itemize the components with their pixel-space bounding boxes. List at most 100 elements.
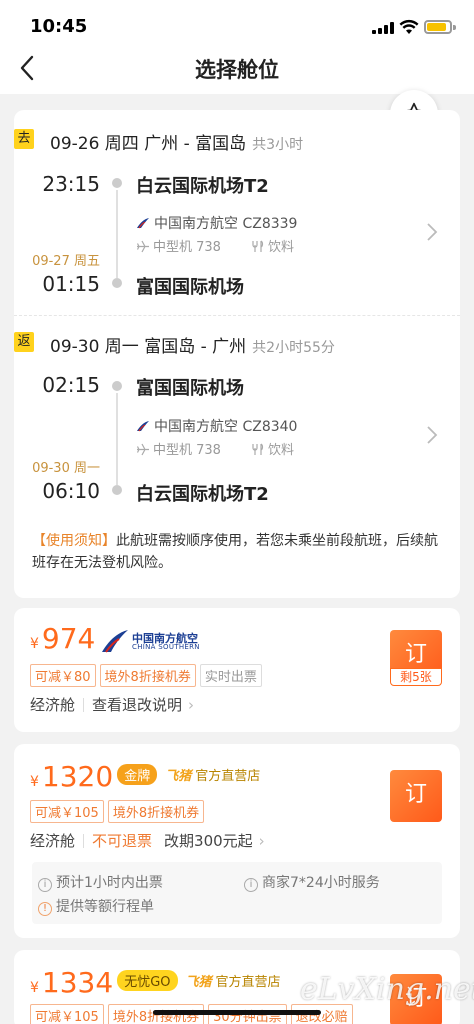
airline-logo-icon xyxy=(137,218,149,229)
outbound-route: 09-26 周四 广州 - 富国岛 xyxy=(50,134,247,154)
battery-icon xyxy=(424,20,452,34)
usage-notice: 【使用须知】此航班需按顺序使用，若您未乘坐前段航班，后续航班存在无法登机风险。 xyxy=(32,530,444,574)
discount-tag: 可减￥105 xyxy=(30,800,104,823)
return-arrive-time: 06:10 xyxy=(42,479,100,503)
return-duration: 共2小时55分 xyxy=(252,340,335,356)
home-indicator xyxy=(153,1010,321,1015)
store-name: 官方直营店 xyxy=(195,769,261,784)
timeline-dot xyxy=(112,485,122,495)
return-header: 09-30 周一 富国岛 - 广州 共2小时55分 xyxy=(50,332,335,357)
outbound-aircraft-text: 中型机 738 xyxy=(153,240,221,255)
return-segment[interactable]: 返 09-30 周一 富国岛 - 广州 共2小时55分 02:15 富国国际机场 … xyxy=(14,315,460,520)
return-airline: 中国南方航空 CZ8340 xyxy=(136,416,297,436)
discount-tag: 可减￥105 xyxy=(30,1004,104,1024)
return-airline-text: 中国南方航空 CZ8340 xyxy=(154,419,298,435)
change-rule[interactable]: 改期300元起 xyxy=(164,832,253,850)
price-amount: 974 xyxy=(41,622,96,655)
service-info-box: i 预计1小时内出票 i 商家7*24小时服务 ! 提供等额行程单 xyxy=(32,862,442,924)
info-icon: i xyxy=(244,878,258,892)
status-time: 10:45 xyxy=(30,16,88,37)
store-name: 官方直营店 xyxy=(215,975,281,990)
timeline-line xyxy=(116,190,118,278)
offer-price: ¥1320 金牌 飞猪 官方直营店 xyxy=(30,760,260,793)
store-badge: 飞猪 官方直营店 xyxy=(165,765,260,784)
book-button[interactable]: 订 xyxy=(390,770,442,822)
price-amount: 1334 xyxy=(41,966,114,999)
outbound-aircraft: 中型机 738 饮料 xyxy=(136,236,294,255)
outbound-badge: 去 xyxy=(14,129,34,149)
nav-bar: 选择舱位 xyxy=(0,44,474,94)
outbound-arrive-time: 01:15 xyxy=(42,272,100,296)
refund-policy-link[interactable]: 查看退改说明 xyxy=(92,696,182,714)
outbound-airline: 中国南方航空 CZ8339 xyxy=(136,213,297,233)
outbound-depart-time: 23:15 xyxy=(42,172,100,196)
china-southern-logo-icon xyxy=(102,630,128,653)
remaining-badge: 剩5张 xyxy=(390,668,442,686)
coupon-tag: 境外8折接机券 xyxy=(107,800,205,823)
chevron-right-icon xyxy=(427,223,438,241)
price-amount: 1320 xyxy=(41,760,114,793)
outbound-segment[interactable]: 去 09-26 周四 广州 - 富国岛 共3小时 23:15 白云国际机场T2 中… xyxy=(14,110,460,315)
offer-tags: 可减￥80 境外8折接机券 实时出票 xyxy=(30,664,262,687)
cabin-class: 经济舱 xyxy=(30,696,76,714)
plane-icon xyxy=(136,443,149,456)
refund-rule: 不可退票 xyxy=(92,832,153,850)
return-meal-text: 饮料 xyxy=(267,443,294,458)
notice-tag: 【使用须知】 xyxy=(32,533,116,549)
info-item: i 预计1小时内出票 xyxy=(38,872,163,892)
currency-symbol: ¥ xyxy=(30,774,39,790)
return-route: 09-30 周一 富国岛 - 广州 xyxy=(50,337,247,357)
return-aircraft-text: 中型机 738 xyxy=(153,443,221,458)
ticketing-tag: 实时出票 xyxy=(199,664,262,687)
airline-logo-icon xyxy=(137,421,149,432)
outbound-header: 09-26 周四 广州 - 富国岛 共3小时 xyxy=(50,129,303,154)
return-arrive-date: 09-30 周一 xyxy=(32,461,100,476)
currency-symbol: ¥ xyxy=(30,980,39,996)
plane-icon xyxy=(136,240,149,253)
info-icon: i xyxy=(38,878,52,892)
flight-card: 去 09-26 周四 广州 - 富国岛 共3小时 23:15 白云国际机场T2 中… xyxy=(14,110,460,598)
info-item: i 商家7*24小时服务 xyxy=(244,872,380,892)
signal-icon xyxy=(372,22,394,34)
info-text: 预计1小时内出票 xyxy=(56,875,163,891)
airline-brand-logo: 中国南方航空 CHINA SOUTHERN xyxy=(100,628,200,654)
return-aircraft: 中型机 738 饮料 xyxy=(136,439,294,458)
cabin-row[interactable]: 经济舱 不可退票 改期300元起 › xyxy=(30,830,265,851)
info-text: 商家7*24小时服务 xyxy=(262,875,380,891)
currency-symbol: ¥ xyxy=(30,636,39,652)
offer-card[interactable]: ¥1320 金牌 飞猪 官方直营店 可减￥105 境外8折接机券 经济舱 不可退票 改期30… xyxy=(14,744,460,938)
cabin-row[interactable]: 经济舱 查看退改说明 › xyxy=(30,694,194,715)
chevron-right-icon xyxy=(427,426,438,444)
outbound-arrive-airport: 富国国际机场 xyxy=(136,277,244,298)
timeline-line xyxy=(116,393,118,485)
outbound-arrive-date: 09-27 周五 xyxy=(32,254,100,269)
return-arrive-airport: 白云国际机场T2 xyxy=(136,484,269,505)
warning-icon: ! xyxy=(38,902,52,916)
timeline-dot xyxy=(112,178,122,188)
fliggy-logo: 飞猪 xyxy=(185,975,212,990)
offer-tags: 可减￥105 境外8折接机券 xyxy=(30,800,208,823)
store-badge: 飞猪 官方直营店 xyxy=(186,971,281,990)
offer-price: ¥1334 无忧GO 飞猪 官方直营店 xyxy=(30,966,281,999)
chevron-right-icon: › xyxy=(258,832,265,850)
chevron-right-icon: › xyxy=(188,696,195,714)
outbound-duration: 共3小时 xyxy=(252,137,304,153)
watermark: eLvXing.net xyxy=(300,972,474,1007)
gold-badge: 金牌 xyxy=(117,764,158,785)
drink-icon xyxy=(252,240,264,252)
outbound-airline-text: 中国南方航空 CZ8339 xyxy=(154,216,298,232)
brand-en: CHINA SOUTHERN xyxy=(132,643,200,651)
return-depart-time: 02:15 xyxy=(42,373,100,397)
cabin-class: 经济舱 xyxy=(30,832,76,850)
info-text: 提供等额行程单 xyxy=(56,899,154,915)
outbound-depart-airport: 白云国际机场T2 xyxy=(136,176,269,197)
outbound-meal-text: 饮料 xyxy=(267,240,294,255)
offer-card[interactable]: ¥974 中国南方航空 CHINA SOUTHERN 可减￥80 境外8折接机券实… xyxy=(14,608,460,732)
timeline-dot xyxy=(112,278,122,288)
fliggy-logo: 飞猪 xyxy=(165,769,192,784)
page-title: 选择舱位 xyxy=(195,58,279,82)
status-bar: 10:45 xyxy=(0,0,474,44)
battery-cap xyxy=(453,25,456,30)
coupon-tag: 境外8折接机券 xyxy=(99,664,196,687)
worry-free-badge: 无忧GO xyxy=(117,970,178,991)
